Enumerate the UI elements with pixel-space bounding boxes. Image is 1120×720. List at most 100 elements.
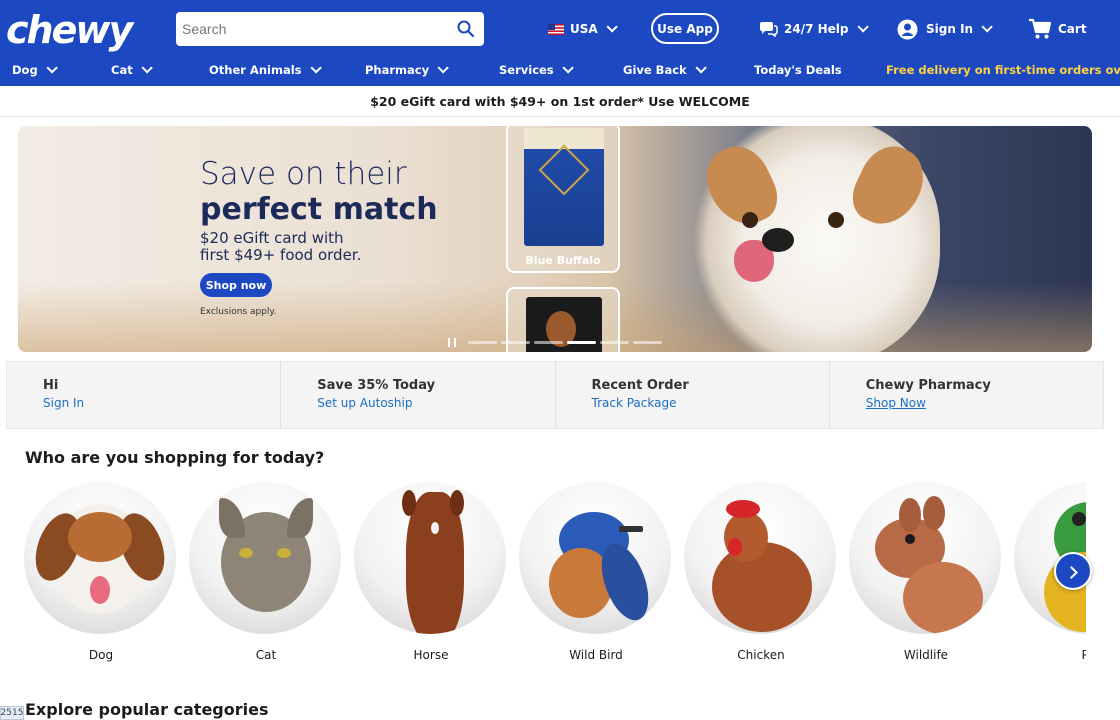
hero-title-line2: perfect match: [200, 192, 438, 227]
wildlife-image: [849, 482, 1001, 634]
site-header: chewy USA Use App 24/7 Help: [0, 0, 1120, 86]
quick-link-title: Chewy Pharmacy: [865, 378, 991, 393]
chevron-down-icon: [981, 21, 993, 33]
carousel-indicators: [448, 338, 662, 347]
nav-label: Dog: [12, 63, 38, 77]
nav-pharmacy[interactable]: Pharmacy: [365, 58, 449, 82]
dog-image: [24, 482, 176, 634]
help-label: 24/7 Help: [784, 22, 849, 36]
pet-category-label: Cat: [255, 648, 277, 662]
explore-heading: Explore popular categories: [25, 700, 269, 719]
quick-link-text[interactable]: Set up Autoship: [317, 396, 412, 410]
shop-now-button[interactable]: Shop now: [200, 273, 272, 297]
cat-image: [189, 482, 341, 634]
chevron-down-icon: [46, 62, 58, 74]
nav-label: Give Back: [623, 63, 687, 77]
carousel-next-button[interactable]: [1054, 552, 1092, 590]
product-card-label: Blue Buffalo: [525, 254, 601, 267]
nav-dog[interactable]: Dog: [12, 58, 58, 82]
pet-category-cat[interactable]: Cat: [189, 482, 343, 662]
chevron-down-icon: [695, 62, 707, 74]
shopping-for-heading: Who are you shopping for today?: [25, 448, 325, 467]
pet-category-label: Wildlife: [903, 648, 949, 662]
product-card-blue-buffalo[interactable]: Blue Buffalo: [506, 126, 620, 273]
nav-cat[interactable]: Cat: [111, 58, 153, 82]
dog-ear: [843, 136, 935, 236]
search-input[interactable]: [176, 12, 446, 46]
carousel-indicator[interactable]: [501, 341, 530, 344]
hero-disclaimer: Exclusions apply.: [200, 307, 277, 317]
carousel-indicator[interactable]: [534, 341, 563, 344]
quick-link-title: Save 35% Today: [317, 378, 436, 393]
hero-subtitle-line1: $20 eGift card with: [200, 229, 344, 247]
carousel-indicator[interactable]: [567, 341, 596, 344]
pet-category-horse[interactable]: Horse: [354, 482, 508, 662]
hero-subtitle-line2: first $49+ food order.: [200, 246, 362, 264]
nav-services[interactable]: Services: [499, 58, 574, 82]
dog-eye: [742, 212, 758, 228]
hero-title: Save on their: [200, 156, 407, 192]
carousel-indicator[interactable]: [633, 341, 662, 344]
chewy-logo[interactable]: chewy: [6, 8, 133, 52]
quick-links-bar: Hi Sign In Save 35% Today Set up Autoshi…: [6, 361, 1104, 429]
nav-label: Services: [499, 63, 554, 77]
quick-link-autoship[interactable]: Save 35% Today Set up Autoship: [281, 362, 556, 428]
cart-icon: [1029, 18, 1052, 39]
wild-bird-image: [519, 482, 671, 634]
dog-eye: [828, 212, 844, 228]
dog-nose: [762, 228, 794, 252]
chat-bubble-icon: [760, 22, 778, 37]
help-menu[interactable]: 24/7 Help: [758, 0, 869, 58]
use-app-button[interactable]: Use App: [651, 13, 719, 44]
brand-emblem: [538, 144, 590, 196]
quick-link-sign-in[interactable]: Hi Sign In: [7, 362, 282, 428]
user-icon: [897, 19, 918, 39]
pet-category-wild-bird[interactable]: Wild Bird: [519, 482, 673, 662]
pet-category-dog[interactable]: Dog: [24, 482, 178, 662]
sign-in-label: Sign In: [926, 22, 974, 36]
quick-link-pharmacy[interactable]: Chewy Pharmacy Shop Now: [830, 362, 1103, 428]
search-icon[interactable]: [457, 20, 475, 38]
country-selector[interactable]: USA: [548, 0, 618, 58]
pause-icon[interactable]: [448, 338, 456, 347]
dog-ear: [695, 136, 787, 236]
nav-label: Cat: [111, 63, 133, 77]
quick-link-text[interactable]: Track Package: [592, 396, 677, 410]
carousel-indicator[interactable]: [468, 341, 497, 344]
nav-label: Pharmacy: [365, 63, 430, 77]
promo-bar[interactable]: $20 eGift card with $49+ on 1st order* U…: [0, 86, 1120, 117]
pet-category-chicken[interactable]: Chicken: [684, 482, 838, 662]
pet-category-label: Horse: [413, 648, 449, 662]
sign-in-menu[interactable]: Sign In: [897, 0, 993, 58]
nav-give-back[interactable]: Give Back: [623, 58, 707, 82]
hero-banner[interactable]: Save on their perfect match $20 eGift ca…: [18, 126, 1092, 352]
country-label: USA: [570, 22, 598, 36]
cart-button[interactable]: Cart: [1028, 0, 1087, 58]
corner-badge: 2515: [0, 706, 24, 720]
chevron-down-icon: [856, 21, 869, 33]
nav-todays-deals[interactable]: Today's Deals: [754, 58, 842, 82]
horse-image: [354, 482, 506, 634]
quick-link-text[interactable]: Shop Now: [866, 396, 926, 410]
chevron-down-icon: [309, 62, 322, 74]
pet-category-label: Chicken: [737, 648, 785, 662]
pet-category-wildlife[interactable]: Wildlife: [849, 482, 1003, 662]
chevron-down-icon: [141, 62, 153, 74]
quick-link-title: Hi: [43, 378, 59, 393]
carousel-indicator[interactable]: [600, 341, 629, 344]
quick-link-title: Recent Order: [591, 378, 689, 393]
pet-category-carousel: Dog Cat Horse Wild Bird Chicken Wildlife…: [24, 482, 1086, 672]
chicken-image: [684, 482, 836, 634]
chevron-down-icon: [562, 62, 574, 74]
quick-link-text[interactable]: Sign In: [43, 396, 84, 410]
cart-label: Cart: [1058, 22, 1087, 36]
pet-category-label: Wild Bird: [569, 648, 623, 662]
free-delivery-link[interactable]: Free delivery on first-time orders over …: [886, 58, 1120, 82]
pet-category-label: Pet: [1081, 648, 1086, 662]
quick-link-recent-order[interactable]: Recent Order Track Package: [556, 362, 830, 428]
nav-other-animals[interactable]: Other Animals: [209, 58, 322, 82]
us-flag-icon: [548, 23, 564, 35]
search-box[interactable]: [176, 12, 484, 46]
hero-subtitle: $20 eGift card with first $49+ food orde…: [200, 230, 420, 264]
chevron-down-icon: [606, 21, 618, 33]
